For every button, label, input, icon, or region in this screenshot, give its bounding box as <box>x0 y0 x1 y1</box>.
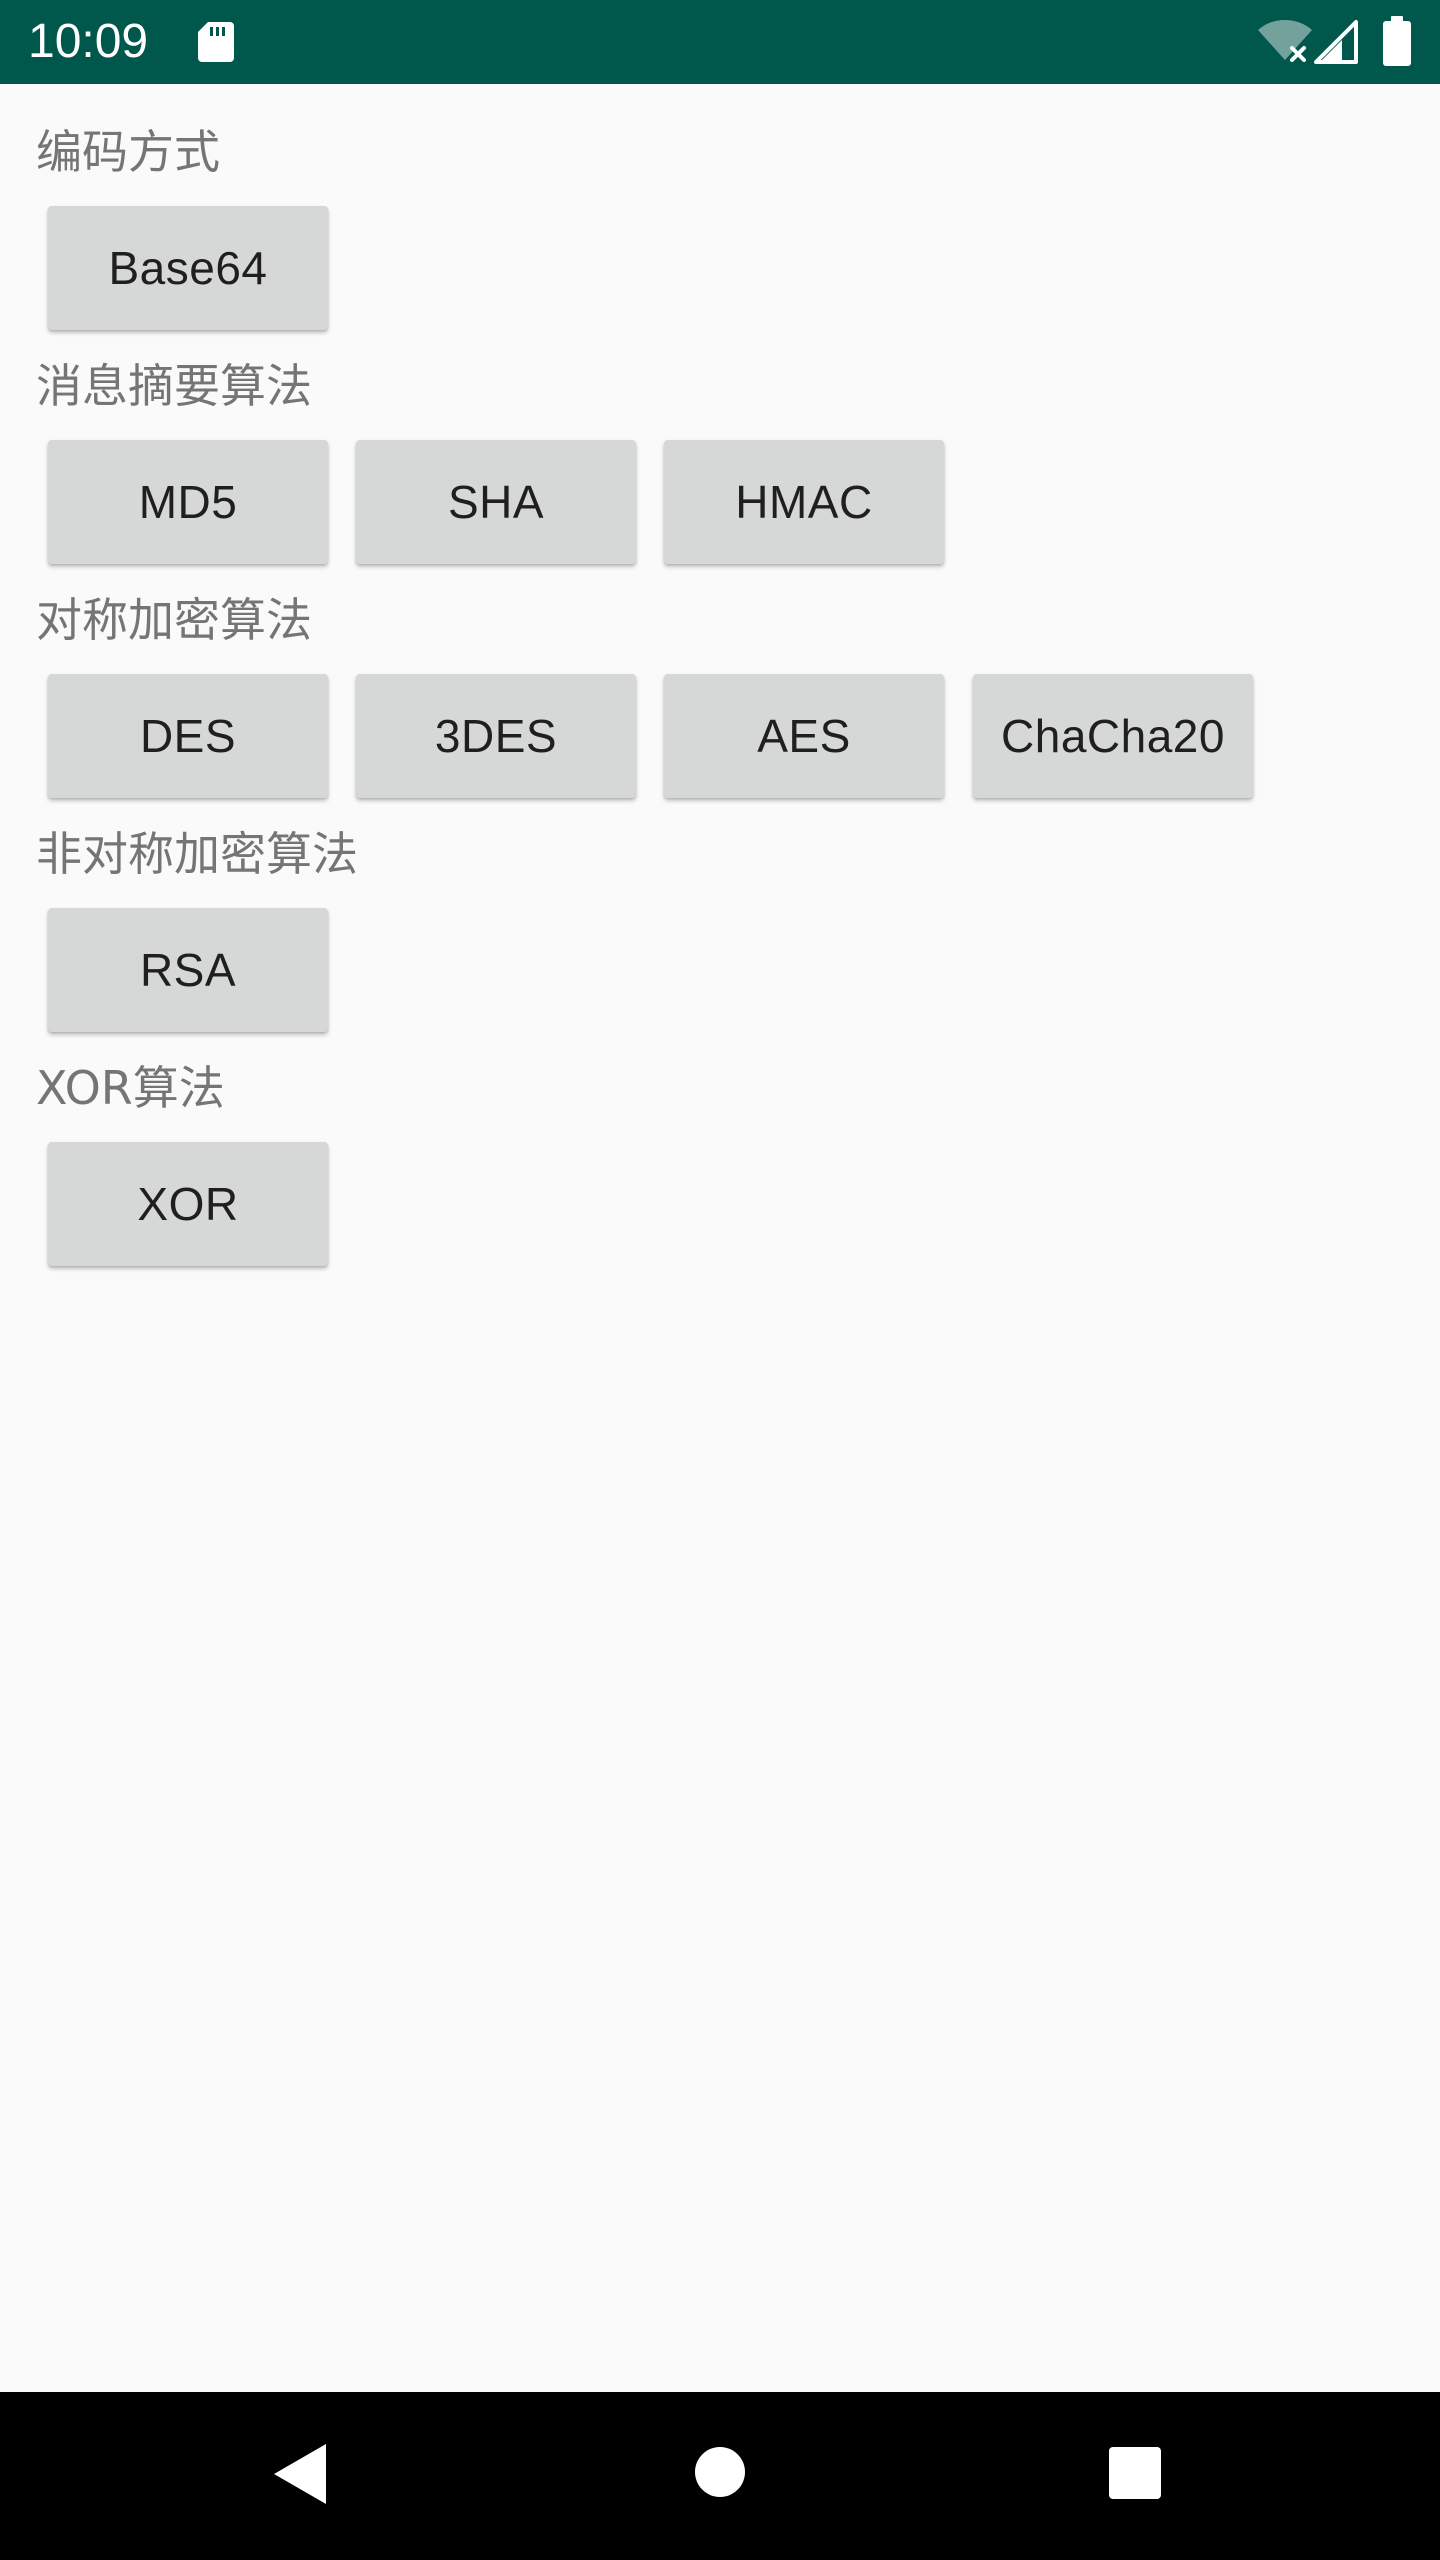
back-icon[interactable] <box>270 2442 330 2506</box>
aes-button[interactable]: AES <box>664 674 944 798</box>
md5-button[interactable]: MD5 <box>48 440 328 564</box>
base64-button[interactable]: Base64 <box>48 206 328 330</box>
hmac-button-label: HMAC <box>735 476 873 528</box>
signal-icon <box>1314 20 1358 64</box>
section-label-encoding: 编码方式 <box>36 125 220 179</box>
sha-button-label: SHA <box>447 476 545 528</box>
section-label-asymmetric: 非对称加密算法 <box>36 827 358 881</box>
xor-button-label: XOR <box>137 1178 239 1230</box>
xor-button[interactable]: XOR <box>48 1142 328 1266</box>
rsa-button[interactable]: RSA <box>48 908 328 1032</box>
battery-icon <box>1383 16 1411 66</box>
3des-button[interactable]: 3DES <box>356 674 636 798</box>
hmac-button[interactable]: HMAC <box>664 440 944 564</box>
3des-button-label: 3DES <box>434 710 558 762</box>
chacha20-button[interactable]: ChaCha20 <box>973 674 1253 798</box>
des-button[interactable]: DES <box>48 674 328 798</box>
status-time: 10:09 <box>28 15 149 68</box>
sd-card-icon <box>198 22 234 62</box>
home-icon[interactable] <box>694 2446 746 2498</box>
des-button-label: DES <box>139 710 237 762</box>
rsa-button-label: RSA <box>139 944 237 996</box>
navigation-bar <box>0 2392 1440 2560</box>
section-label-digest: 消息摘要算法 <box>36 359 312 413</box>
section-label-symmetric: 对称加密算法 <box>36 593 312 647</box>
status-bar: 10:09 <box>0 0 1440 84</box>
chacha20-button-label: ChaCha20 <box>1001 710 1225 762</box>
wifi-off-icon <box>1258 20 1312 62</box>
sha-button[interactable]: SHA <box>356 440 636 564</box>
section-label-xor: XOR算法 <box>36 1061 225 1115</box>
base64-button-label: Base64 <box>108 242 268 294</box>
md5-button-label: MD5 <box>138 476 238 528</box>
aes-button-label: AES <box>757 710 851 762</box>
main-content: 编码方式 Base64 消息摘要算法 MD5 SHA HMAC 对称加密算法 D… <box>0 84 1440 2392</box>
recents-icon[interactable] <box>1108 2446 1162 2500</box>
